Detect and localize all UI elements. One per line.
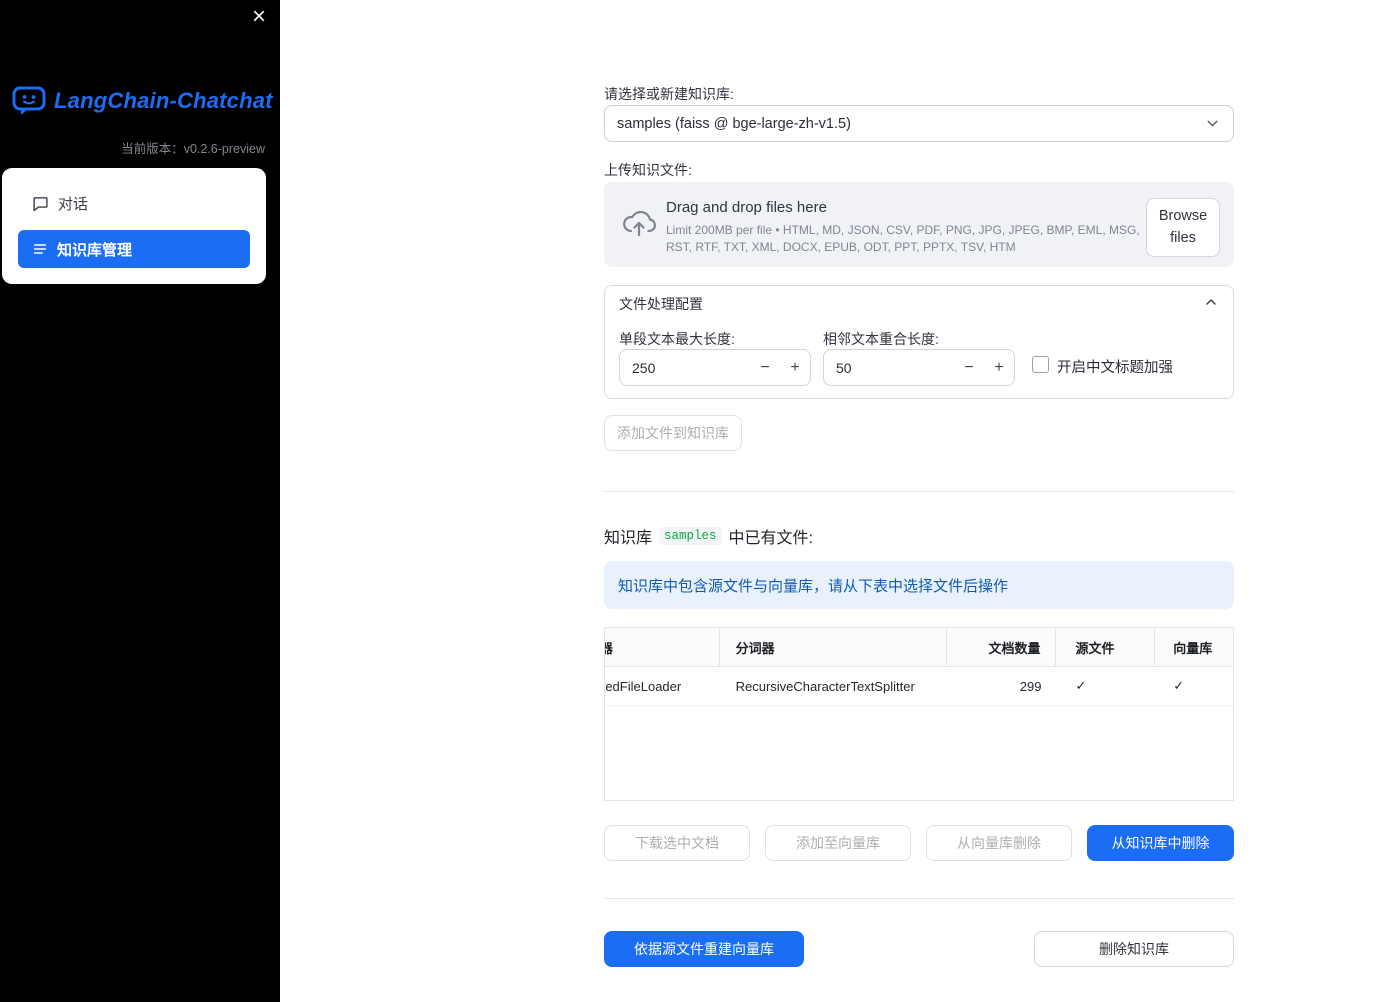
- kb-files-prefix: 知识库: [604, 530, 653, 547]
- kb-select-dropdown[interactable]: samples (faiss @ bge-large-zh-v1.5): [604, 105, 1234, 142]
- delete-from-kb-button[interactable]: 从知识库中删除: [1087, 825, 1234, 861]
- list-icon: [32, 241, 48, 257]
- delete-kb-button[interactable]: 删除知识库: [1034, 931, 1234, 967]
- overlap-size-value[interactable]: 50: [824, 360, 954, 376]
- chunk-size-increment-button[interactable]: +: [780, 359, 810, 377]
- divider: [604, 898, 1234, 899]
- chevron-down-icon: [1204, 115, 1221, 132]
- overlap-size-label: 相邻文本重合长度:: [823, 331, 939, 347]
- table-row[interactable]: redFileLoader RecursiveCharacterTextSpli…: [605, 667, 1233, 706]
- cell-loader: redFileLoader: [605, 678, 682, 694]
- chevron-up-icon: [1203, 294, 1219, 315]
- chunk-size-value[interactable]: 250: [620, 360, 750, 376]
- table-header-splitter[interactable]: 分词器: [720, 628, 947, 666]
- cell-source-file-check: ✓: [1075, 678, 1087, 693]
- sidebar-item-knowledge-base[interactable]: 知识库管理: [18, 230, 250, 268]
- cell-vector-store-check: ✓: [1173, 678, 1185, 693]
- zh-title-enhance-checkbox[interactable]: [1032, 356, 1049, 373]
- files-table: 器 分词器 文档数量 源文件 向量库 redFileLoader Recursi…: [604, 627, 1234, 801]
- download-selected-button[interactable]: 下载选中文档: [604, 825, 750, 861]
- kb-select-label: 请选择或新建知识库:: [604, 86, 734, 102]
- overlap-size-input[interactable]: 50 − +: [823, 349, 1015, 386]
- dropzone-title: Drag and drop files here: [666, 199, 827, 216]
- logo-text: LangChain-Chatchat: [54, 88, 273, 113]
- expander-header[interactable]: 文件处理配置: [605, 286, 1233, 322]
- info-banner: 知识库中包含源文件与向量库，请从下表中选择文件后操作: [604, 561, 1234, 609]
- file-config-expander: 文件处理配置 单段文本最大长度: 相邻文本重合长度: 250 − + 50 − …: [604, 285, 1234, 399]
- info-banner-text: 知识库中包含源文件与向量库，请从下表中选择文件后操作: [618, 577, 1009, 595]
- kb-name-code: samples: [659, 527, 722, 545]
- expander-title: 文件处理配置: [619, 296, 703, 312]
- upload-label: 上传知识文件:: [604, 162, 692, 178]
- zh-title-enhance-label[interactable]: 开启中文标题加强: [1057, 356, 1173, 377]
- overlap-size-decrement-button[interactable]: −: [954, 359, 984, 377]
- kb-select-value: samples (faiss @ bge-large-zh-v1.5): [617, 115, 851, 132]
- kb-files-suffix: 中已有文件:: [728, 530, 813, 547]
- main-content: 请选择或新建知识库: samples (faiss @ bge-large-zh…: [604, 0, 1234, 1002]
- logo-chat-icon: [12, 86, 46, 116]
- chunk-size-decrement-button[interactable]: −: [750, 359, 780, 377]
- version-label: 当前版本：v0.2.6-preview: [121, 142, 265, 156]
- cell-splitter: RecursiveCharacterTextSplitter: [735, 678, 915, 694]
- remove-from-vector-store-button[interactable]: 从向量库删除: [926, 825, 1072, 861]
- cloud-upload-icon: [621, 208, 657, 243]
- chunk-size-label: 单段文本最大长度:: [619, 331, 735, 347]
- kb-files-heading: 知识库 samples 中已有文件:: [604, 524, 813, 548]
- file-dropzone[interactable]: Drag and drop files here Limit 200MB per…: [604, 182, 1234, 267]
- divider: [604, 491, 1234, 492]
- table-header-vector-store[interactable]: 向量库: [1155, 628, 1233, 666]
- rebuild-vector-store-button[interactable]: 依据源文件重建向量库: [604, 931, 804, 967]
- add-files-to-kb-button[interactable]: 添加文件到知识库: [604, 415, 742, 451]
- table-header-loader[interactable]: 器: [605, 628, 720, 666]
- table-header-row: 器 分词器 文档数量 源文件 向量库: [605, 628, 1233, 667]
- overlap-size-increment-button[interactable]: +: [984, 359, 1014, 377]
- add-to-vector-store-button[interactable]: 添加至向量库: [765, 825, 911, 861]
- table-header-source-file[interactable]: 源文件: [1056, 628, 1156, 666]
- table-header-doc-count[interactable]: 文档数量: [947, 628, 1056, 666]
- sidebar-close-button[interactable]: ×: [252, 4, 266, 30]
- browse-files-button[interactable]: Browse files: [1146, 198, 1220, 257]
- sidebar: × LangChain-Chatchat 当前版本：v0.2.6-preview…: [0, 0, 280, 1002]
- chunk-size-input[interactable]: 250 − +: [619, 349, 811, 386]
- sidebar-menu: 对话 知识库管理: [2, 168, 266, 284]
- app-logo: LangChain-Chatchat: [12, 86, 273, 116]
- menu-item-label: 对话: [58, 195, 89, 213]
- dropzone-limit-text: Limit 200MB per file • HTML, MD, JSON, C…: [666, 223, 1140, 255]
- chat-bubble-icon: [32, 195, 49, 212]
- file-actions-row: 下载选中文档 添加至向量库 从向量库删除 从知识库中删除: [604, 825, 1234, 861]
- cell-doc-count: 299: [1019, 678, 1042, 694]
- menu-item-label: 知识库管理: [57, 241, 133, 259]
- sidebar-item-chat[interactable]: 对话: [18, 184, 250, 222]
